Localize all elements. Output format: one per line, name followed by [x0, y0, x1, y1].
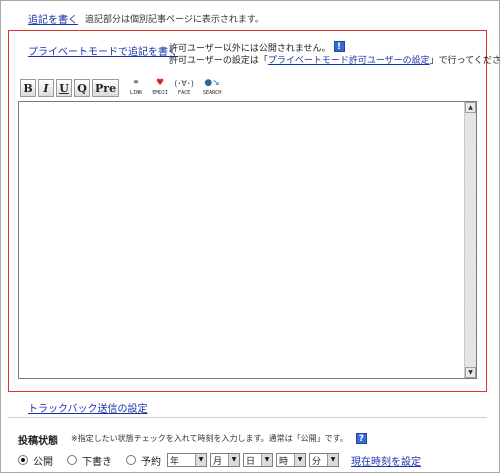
face-icon: (･∀･)	[174, 79, 194, 88]
hour-select[interactable]: 時 ▼	[276, 453, 306, 467]
private-info-prefix: 許可ユーザーの設定は「	[169, 56, 268, 66]
radio-public[interactable]	[18, 455, 28, 465]
emoji-caption: EMOJI	[152, 90, 168, 96]
italic-button[interactable]: I	[38, 79, 54, 97]
append-note: 追記部分は個別記事ページに表示されます。	[85, 15, 264, 25]
link-caption: LINK	[129, 90, 143, 96]
year-select-value: 年	[170, 456, 180, 467]
private-info-line2: 許可ユーザーの設定は「プライベートモード許可ユーザーの設定」で行ってください。	[169, 53, 500, 66]
set-current-time-link[interactable]: 現在時刻を設定	[351, 453, 421, 468]
private-append-textarea[interactable]	[19, 102, 464, 378]
heart-icon: ♥	[156, 78, 165, 88]
help-icon[interactable]: ?	[355, 433, 367, 444]
chevron-down-icon: ▼	[327, 454, 338, 466]
private-info-suffix: 」で行ってください。	[429, 56, 500, 66]
emoji-insert-button[interactable]: ♥ EMOJI	[149, 75, 171, 97]
magnifier-icon: ●↘	[204, 78, 220, 88]
radio-public-label: 公開	[33, 456, 53, 468]
radio-scheduled-label: 予約	[141, 456, 161, 468]
month-select[interactable]: 月 ▼	[210, 453, 240, 467]
bold-button[interactable]: B	[20, 79, 36, 97]
day-select[interactable]: 日 ▼	[243, 453, 273, 467]
year-select[interactable]: 年 ▼	[167, 453, 207, 467]
face-caption: FACE	[177, 90, 191, 96]
append-row: 追記を書く 追記部分は個別記事ページに表示されます。	[1, 1, 499, 29]
radio-scheduled[interactable]	[126, 455, 136, 465]
chevron-down-icon: ▼	[195, 454, 206, 466]
minute-select[interactable]: 分 ▼	[309, 453, 339, 467]
chevron-down-icon: ▼	[261, 454, 272, 466]
radio-draft-label: 下書き	[82, 456, 112, 468]
month-select-value: 月	[213, 456, 223, 467]
post-status-title: 投稿状態	[18, 436, 58, 447]
editor-toolbar: B I U Q Pre ⚭ LINK ♥ EMOJI (･∀･) FACE ●↘…	[20, 75, 225, 97]
minute-select-value: 分	[312, 456, 322, 467]
chain-link-icon: ⚭	[132, 78, 140, 88]
quote-button[interactable]: Q	[74, 79, 90, 97]
private-users-setting-link[interactable]: プライベートモード許可ユーザーの設定	[268, 56, 430, 66]
pre-button[interactable]: Pre	[92, 79, 120, 97]
trackback-settings-link[interactable]: トラックバック送信の設定	[28, 400, 148, 415]
chevron-down-icon: ▼	[228, 454, 239, 466]
editor-textarea-frame: ▲ ▼	[18, 101, 477, 379]
section-divider	[8, 417, 487, 418]
face-insert-button[interactable]: (･∀･) FACE	[173, 75, 195, 97]
day-select-value: 日	[246, 456, 256, 467]
post-status-note: ※指定したい状態チェックを入れて時刻を入力します。通常は「公開」です。?	[71, 433, 367, 444]
private-append-link[interactable]: プライベートモードで追記を書く	[28, 43, 178, 58]
info-icon[interactable]: !	[333, 41, 345, 52]
chevron-down-icon: ▼	[294, 454, 305, 466]
link-insert-button[interactable]: ⚭ LINK	[125, 75, 147, 97]
search-insert-button[interactable]: ●↘ SEARCH	[201, 75, 223, 97]
post-editor-panel: 追記を書く 追記部分は個別記事ページに表示されます。 プライベートモードで追記を…	[0, 0, 500, 473]
append-link[interactable]: 追記を書く	[28, 11, 78, 26]
post-status-note-text: ※指定したい状態チェックを入れて時刻を入力します。通常は「公開」です。	[71, 434, 348, 443]
private-mode-section: プライベートモードで追記を書く 許可ユーザー以外には公開されません。! 許可ユー…	[8, 30, 500, 392]
post-status-row: 公開 下書き 予約 年 ▼ 月 ▼ 日 ▼ 時 ▼ 分 ▼ 現在時刻を設定	[18, 452, 421, 468]
textarea-scrollbar[interactable]: ▲ ▼	[464, 102, 476, 378]
search-caption: SEARCH	[202, 90, 222, 96]
radio-draft[interactable]	[67, 455, 77, 465]
scroll-down-arrow-icon[interactable]: ▼	[465, 367, 476, 378]
hour-select-value: 時	[279, 456, 289, 467]
underline-button[interactable]: U	[56, 79, 72, 97]
scroll-up-arrow-icon[interactable]: ▲	[465, 102, 476, 113]
